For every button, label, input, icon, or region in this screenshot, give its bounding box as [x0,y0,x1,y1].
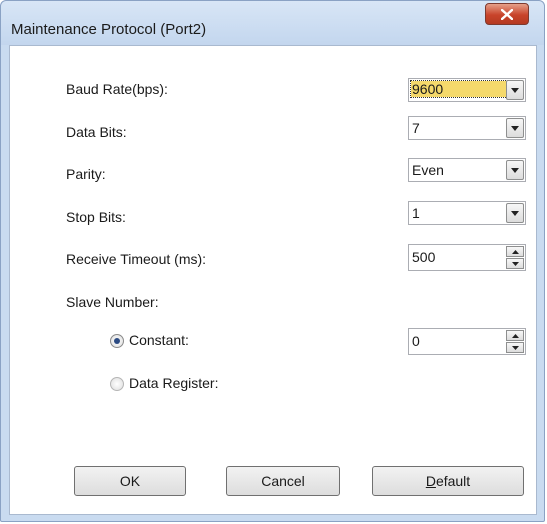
parity-label: Parity: [66,166,106,182]
constant-arrows [506,330,524,353]
constant-spinner[interactable]: 0 [408,328,526,355]
dialog-content: Baud Rate(bps): 9600 Data Bits: 7 Parity… [9,45,537,515]
chevron-down-icon [511,167,519,173]
spin-up-icon [511,249,519,254]
default-button[interactable]: Default [372,466,524,496]
chevron-down-icon [511,87,519,93]
spin-up-icon [511,333,519,338]
cancel-button-label: Cancel [261,473,305,489]
data-bits-select[interactable]: 7 [408,116,526,140]
parity-select[interactable]: Even [408,158,526,182]
baud-rate-dropdown-button[interactable] [506,80,524,100]
spin-down-icon [511,261,519,266]
dialog-window: Maintenance Protocol (Port2) Baud Rate(b… [0,0,545,522]
receive-timeout-value[interactable]: 500 [412,249,435,265]
data-bits-value: 7 [412,120,420,136]
constant-radio[interactable] [110,334,124,348]
data-register-label[interactable]: Data Register: [129,375,218,391]
data-bits-dropdown-button[interactable] [506,118,524,138]
stop-bits-label: Stop Bits: [66,209,126,225]
ok-button-label: OK [119,473,141,489]
receive-timeout-up-button[interactable] [506,246,524,257]
constant-down-button[interactable] [506,342,524,353]
stop-bits-value: 1 [412,205,420,221]
chevron-down-icon [511,125,519,131]
baud-rate-select[interactable]: 9600 [408,78,526,102]
data-register-radio[interactable] [110,377,124,391]
data-bits-label: Data Bits: [66,124,127,140]
baud-rate-value: 9600 [409,80,523,98]
ok-button[interactable]: OK [74,466,186,496]
close-icon [501,8,513,20]
slave-number-label: Slave Number: [66,294,159,310]
receive-timeout-label: Receive Timeout (ms): [66,251,207,267]
stop-bits-select[interactable]: 1 [408,201,526,225]
receive-timeout-spinner[interactable]: 500 [408,244,526,271]
spin-down-icon [511,345,519,350]
constant-up-button[interactable] [506,330,524,341]
constant-label[interactable]: Constant: [129,332,189,348]
constant-value[interactable]: 0 [412,333,420,349]
chevron-down-icon [511,210,519,216]
baud-rate-label: Baud Rate(bps): [66,81,168,97]
receive-timeout-arrows [506,246,524,269]
cancel-button[interactable]: Cancel [226,466,340,496]
default-button-label: Default [425,473,471,489]
parity-value: Even [412,162,444,178]
close-button[interactable] [485,3,529,25]
window-title: Maintenance Protocol (Port2) [11,21,207,38]
parity-dropdown-button[interactable] [506,160,524,180]
stop-bits-dropdown-button[interactable] [506,203,524,223]
title-bar: Maintenance Protocol (Port2) [1,1,544,45]
receive-timeout-down-button[interactable] [506,258,524,269]
